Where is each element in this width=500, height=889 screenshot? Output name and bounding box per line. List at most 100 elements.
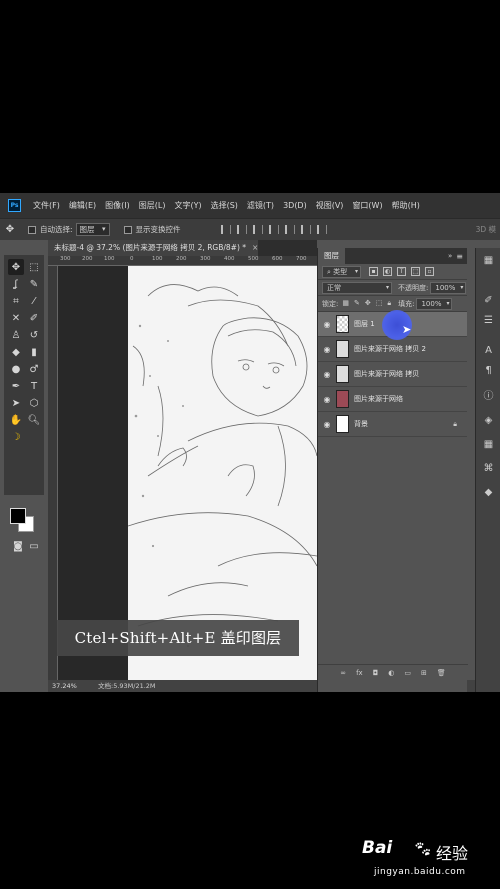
- menu-filter[interactable]: 滤镜(T): [247, 200, 274, 211]
- history-brush-icon[interactable]: ↺: [26, 327, 42, 343]
- document-canvas[interactable]: [127, 266, 317, 680]
- type-filter-icon[interactable]: T: [397, 267, 407, 276]
- lock-transparent-icon[interactable]: ▦: [342, 299, 349, 308]
- align-left-icon[interactable]: [268, 225, 279, 234]
- adjustment-filter-icon[interactable]: ◐: [383, 267, 393, 276]
- zoom-level[interactable]: 37.24%: [48, 680, 98, 692]
- visibility-eye-icon[interactable]: ◉: [318, 420, 336, 429]
- new-layer-icon[interactable]: ⊞: [421, 669, 427, 677]
- layer-row[interactable]: ◉ 图片来源于网络 拷贝: [318, 362, 467, 387]
- move-tool-icon[interactable]: ✥: [0, 224, 20, 235]
- dodge-icon[interactable]: ♂: [26, 361, 42, 377]
- smart-filter-icon[interactable]: ▫: [425, 267, 435, 276]
- menu-type[interactable]: 文字(Y): [174, 200, 201, 211]
- group-icon[interactable]: ▭: [404, 669, 411, 677]
- lock-pixels-icon[interactable]: ✎: [354, 299, 360, 308]
- blur-icon[interactable]: ●: [8, 361, 24, 377]
- auto-select-dropdown[interactable]: 图层: [75, 223, 110, 236]
- photoshop-window: Ps 文件(F) 编辑(E) 图像(I) 图层(L) 文字(Y) 选择(S) 滤…: [0, 193, 500, 692]
- align-top-icon[interactable]: [220, 225, 231, 234]
- layer-thumbnail: [336, 315, 349, 333]
- fill-field[interactable]: 100%: [416, 297, 453, 310]
- visibility-eye-icon[interactable]: ◉: [318, 345, 336, 354]
- link-icon[interactable]: ∞: [340, 669, 346, 677]
- banana-icon[interactable]: ☽: [8, 429, 24, 445]
- healing-icon[interactable]: ✕: [8, 310, 24, 326]
- fx-icon[interactable]: fx: [356, 669, 363, 677]
- screen-mode-icon[interactable]: ▭: [26, 538, 42, 554]
- blend-mode-dropdown[interactable]: 正常: [322, 281, 392, 294]
- move-icon[interactable]: ✥: [8, 259, 24, 275]
- hand-icon[interactable]: ✋: [8, 412, 24, 428]
- path-select-icon[interactable]: ➤: [8, 395, 24, 411]
- show-transform-checkbox[interactable]: [123, 225, 132, 234]
- menu-help[interactable]: 帮助(H): [392, 200, 420, 211]
- menu-select[interactable]: 选择(S): [211, 200, 238, 211]
- crop-icon[interactable]: ⌗: [8, 293, 24, 309]
- foreground-color-swatch[interactable]: [10, 508, 26, 524]
- align-right-icon[interactable]: [300, 225, 311, 234]
- layers-panel-header: 图层 » ≡: [318, 248, 467, 264]
- layers-stack-icon[interactable]: ◆: [482, 486, 495, 499]
- shape-icon[interactable]: ⬡: [26, 395, 42, 411]
- quick-mask-icon[interactable]: ◙: [10, 538, 26, 554]
- panel-menu-icon[interactable]: ≡: [456, 252, 463, 261]
- canvas-area[interactable]: [58, 266, 317, 680]
- pixel-filter-icon[interactable]: ▪: [369, 267, 379, 276]
- layer-row[interactable]: ◉ 图层 1 ➤: [318, 310, 467, 340]
- stamp-icon[interactable]: ♙: [8, 327, 24, 343]
- distribute-icon[interactable]: [316, 225, 327, 234]
- zoom-icon[interactable]: 🔍︎: [26, 412, 42, 428]
- adjustment-icon[interactable]: ◐: [388, 669, 394, 677]
- trash-icon[interactable]: 🗑︎: [437, 669, 446, 677]
- shape-filter-icon[interactable]: ⬚: [411, 267, 421, 276]
- menu-3d[interactable]: 3D(D): [283, 201, 307, 210]
- marquee-icon[interactable]: ⬚: [26, 259, 42, 275]
- lock-position-icon[interactable]: ✥: [365, 299, 371, 308]
- align-center-icon[interactable]: [284, 225, 295, 234]
- document-tab[interactable]: 未标题-4 @ 37.2% (图片来源于网络 拷贝 2, RGB/8#) * ×: [48, 240, 258, 256]
- layer-row[interactable]: ◉ 图片来源于网络 拷贝 2: [318, 337, 467, 362]
- collapse-icon[interactable]: »: [448, 252, 452, 260]
- visibility-eye-icon[interactable]: ◉: [318, 320, 336, 329]
- lasso-icon[interactable]: ʆ: [8, 276, 24, 292]
- opacity-field[interactable]: 100%: [430, 281, 467, 294]
- photoshop-logo-icon[interactable]: Ps: [8, 199, 21, 212]
- quick-select-icon[interactable]: ✎: [26, 276, 42, 292]
- menu-edit[interactable]: 编辑(E): [69, 200, 96, 211]
- visibility-eye-icon[interactable]: ◉: [318, 395, 336, 404]
- lock-all-icon[interactable]: 🔒︎: [387, 299, 391, 308]
- menu-view[interactable]: 视图(V): [316, 200, 344, 211]
- character-icon[interactable]: A: [482, 344, 495, 357]
- menu-image[interactable]: 图像(I): [105, 200, 130, 211]
- eraser-icon[interactable]: ◆: [8, 344, 24, 360]
- brush-settings-icon[interactable]: ✐: [482, 294, 495, 307]
- lock-artboard-icon[interactable]: ⬚: [376, 299, 383, 308]
- info-icon[interactable]: ⓘ: [482, 388, 495, 402]
- eyedropper-icon[interactable]: ⁄: [26, 293, 42, 309]
- paragraph-icon[interactable]: ¶: [482, 364, 495, 377]
- layer-row[interactable]: ◉ 背景 🔒︎: [318, 412, 467, 437]
- paths-icon[interactable]: ⌘: [482, 462, 495, 475]
- align-middle-icon[interactable]: [236, 225, 247, 234]
- visibility-eye-icon[interactable]: ◉: [318, 370, 336, 379]
- menu-window[interactable]: 窗口(W): [352, 200, 382, 211]
- swatches-icon[interactable]: ▦: [482, 438, 495, 451]
- align-bottom-icon[interactable]: [252, 225, 263, 234]
- 3d-icon[interactable]: ◈: [482, 414, 495, 427]
- history-icon[interactable]: ▦: [482, 254, 495, 267]
- brush-icon[interactable]: ✐: [26, 310, 42, 326]
- menu-layer[interactable]: 图层(L): [139, 200, 166, 211]
- tab-layers[interactable]: 图层: [318, 248, 345, 264]
- mask-icon[interactable]: ◘: [373, 669, 379, 677]
- gradient-icon[interactable]: ▮: [26, 344, 42, 360]
- tools-panel: ✥ ⬚ ʆ ✎ ⌗ ⁄ ✕ ✐ ♙ ↺ ◆ ▮ ● ♂ ✒ T ➤ ⬡ ✋ 🔍︎…: [0, 255, 48, 692]
- type-icon[interactable]: T: [26, 378, 42, 394]
- menu-file[interactable]: 文件(F): [33, 200, 60, 211]
- auto-select-checkbox[interactable]: [28, 225, 36, 234]
- adjust-sliders-icon[interactable]: ☰: [482, 314, 495, 327]
- filter-kind-dropdown[interactable]: ⌕ 类型: [322, 265, 362, 278]
- layer-row[interactable]: ◉ 图片来源于网络: [318, 387, 467, 412]
- pen-icon[interactable]: ✒: [8, 378, 24, 394]
- baidu-watermark: Bai 🐾︎ 经验 jingyan.baidu.com: [358, 838, 498, 888]
